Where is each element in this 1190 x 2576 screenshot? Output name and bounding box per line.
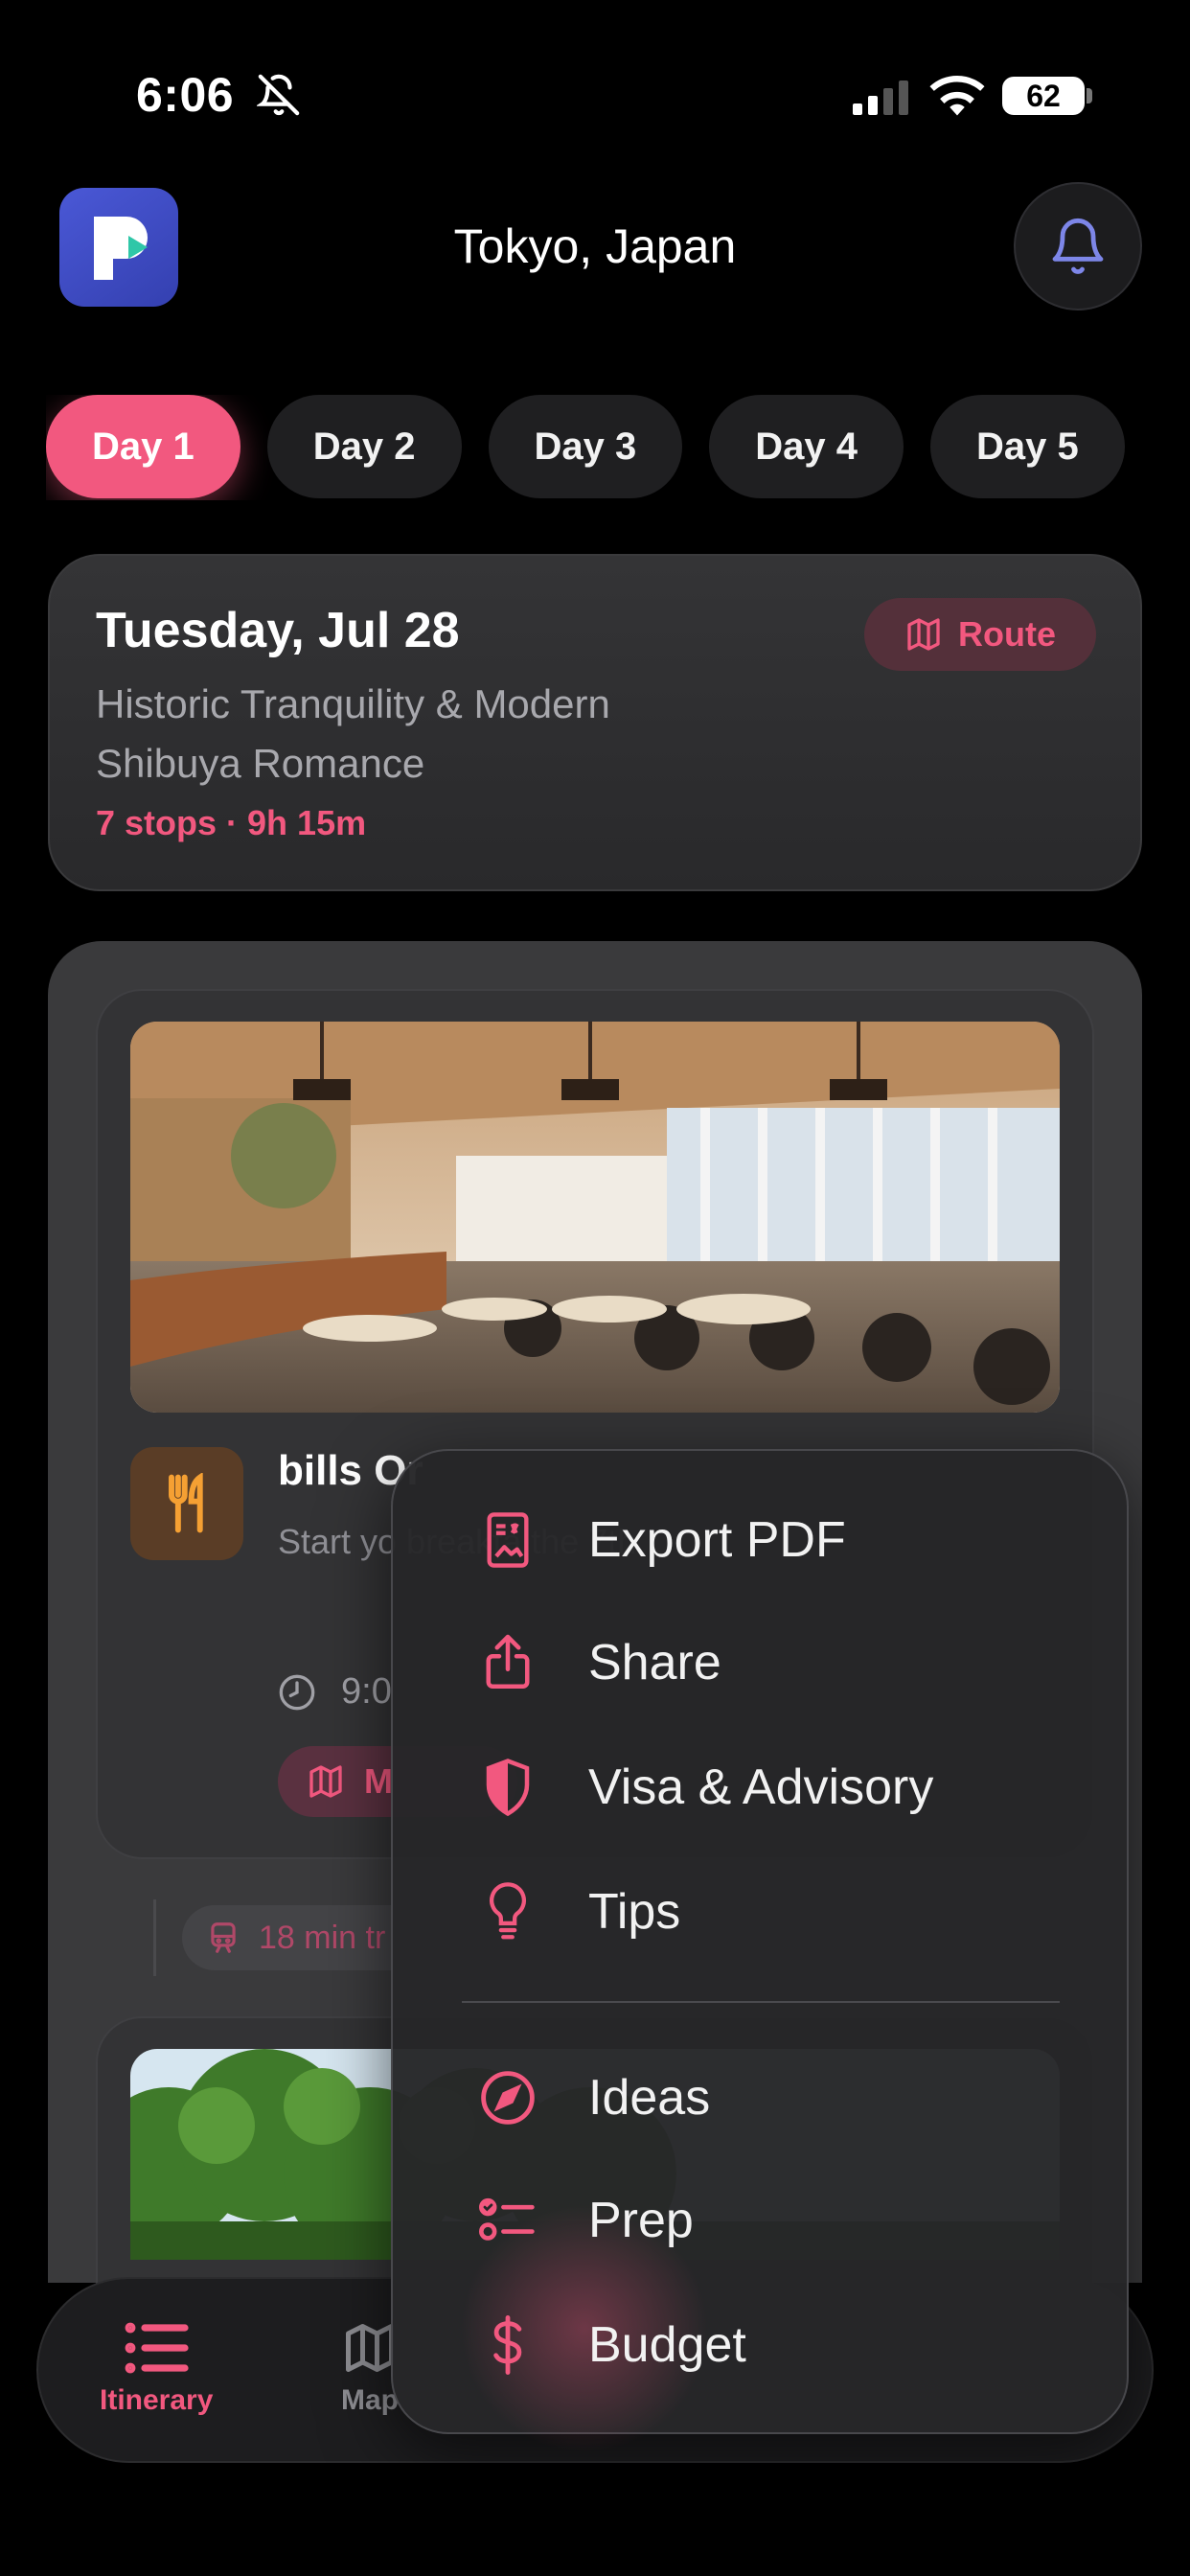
tab-day-5[interactable]: Day 5 (930, 395, 1125, 498)
menu-item-ideas[interactable]: Ideas (391, 2045, 1129, 2150)
map-icon (309, 1765, 342, 1798)
menu-divider (462, 2001, 1060, 2003)
tab-day-3[interactable]: Day 3 (488, 395, 683, 498)
menu-item-label: Budget (588, 2317, 746, 2373)
tab-day-2[interactable]: Day 2 (266, 395, 462, 498)
lightbulb-icon (477, 1881, 538, 1943)
day-tabs: Day 1 Day 2 Day 3 Day 4 Day 5 (46, 395, 1142, 500)
route-button[interactable]: Route (864, 598, 1096, 671)
share-icon (477, 1632, 538, 1693)
dollar-icon (477, 2314, 538, 2376)
tab-map[interactable]: Map (341, 2319, 399, 2417)
battery-nub (1087, 88, 1092, 104)
fork-knife-icon (169, 1473, 203, 1533)
stop-time: 9:0 (341, 1671, 392, 1712)
clock-icon (279, 1674, 315, 1711)
status-time: 6:06 (136, 68, 235, 122)
menu-item-share[interactable]: Share (391, 1610, 1129, 1715)
menu-item-label: Tips (588, 1884, 681, 1940)
tab-day-4[interactable]: Day 4 (709, 395, 904, 498)
export-pdf-icon (477, 1509, 538, 1571)
map-icon (346, 2324, 394, 2372)
list-icon (125, 2322, 189, 2374)
bell-muted-icon (257, 74, 300, 116)
stop-map-label: M (364, 1761, 393, 1801)
menu-item-prep[interactable]: Prep (391, 2168, 1129, 2273)
tab-itinerary[interactable]: Itinerary (100, 2319, 213, 2417)
battery-indicator: 62 (1002, 77, 1085, 115)
menu-item-label: Share (588, 1635, 721, 1690)
restaurant-photo (130, 1022, 1060, 1413)
transit-label: 18 min tr (259, 1919, 386, 1956)
menu-item-tips[interactable]: Tips (391, 1859, 1129, 1965)
menu-item-label: Export PDF (588, 1512, 846, 1568)
day-theme: Historic Tranquility & Modern Shibuya Ro… (96, 681, 610, 786)
transit-connector (153, 1899, 156, 1976)
compass-icon (477, 2067, 538, 2128)
menu-item-label: Prep (588, 2193, 694, 2248)
day-stats: 7 stops · 9h 15m (96, 803, 367, 842)
menu-item-label: Visa & Advisory (588, 1760, 934, 1815)
day-date: Tuesday, Jul 28 (96, 603, 460, 658)
checklist-icon (477, 2190, 538, 2251)
bell-icon (1052, 218, 1104, 274)
route-label: Route (958, 614, 1056, 654)
signal-icon (853, 80, 908, 115)
map-icon (907, 618, 940, 651)
menu-item-visa-advisory[interactable]: Visa & Advisory (391, 1735, 1129, 1840)
train-icon (211, 1922, 236, 1953)
restaurant-category-icon (130, 1447, 243, 1560)
menu-item-label: Ideas (588, 2070, 711, 2126)
tab-itinerary-label: Itinerary (100, 2384, 214, 2416)
menu-item-budget[interactable]: Budget (391, 2292, 1129, 2398)
menu-item-export-pdf[interactable]: Export PDF (391, 1487, 1129, 1593)
page-title: Tokyo, Japan (453, 219, 737, 273)
wifi-icon (929, 75, 985, 116)
shield-icon (477, 1757, 538, 1818)
tab-day-1[interactable]: Day 1 (46, 395, 240, 498)
notifications-button[interactable] (1014, 182, 1142, 310)
tab-map-label: Map (341, 2384, 399, 2416)
